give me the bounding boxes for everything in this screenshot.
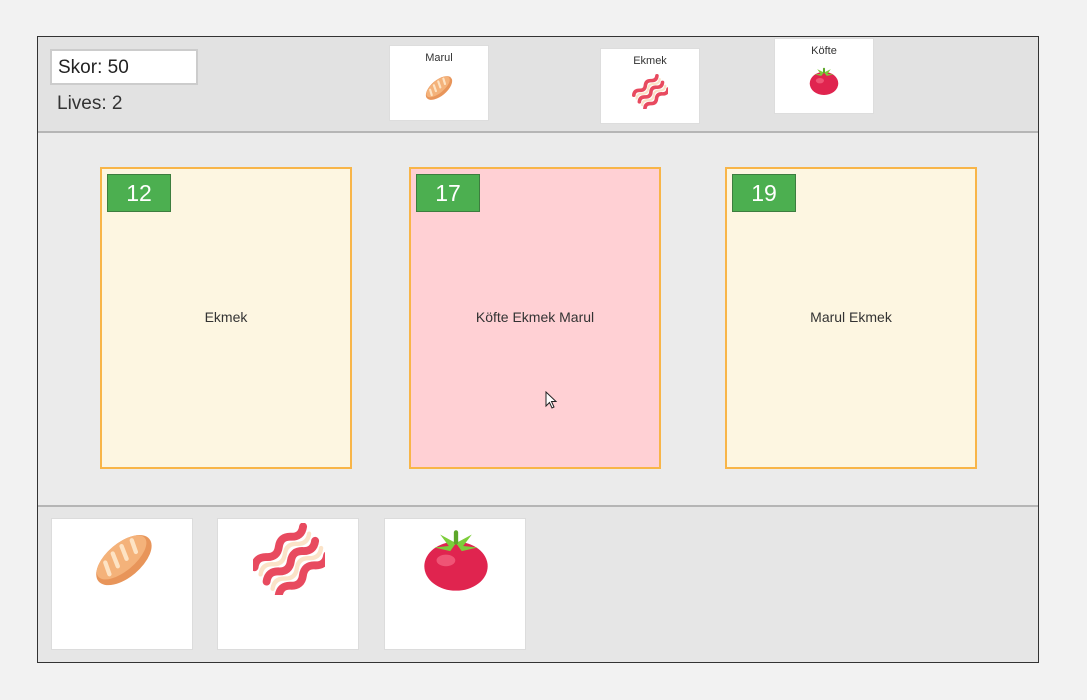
ingredient-tray xyxy=(38,507,1038,662)
top-bar: Skor: 50 Lives: 2 Marul Ekmek Köfte xyxy=(38,37,1038,133)
card-ingredients: Marul Ekmek xyxy=(810,309,892,325)
bread-icon xyxy=(425,76,453,100)
card-ingredients: Köfte Ekmek Marul xyxy=(475,309,595,325)
score-display: Skor: 50 xyxy=(50,49,198,85)
order-chip-label: Ekmek xyxy=(633,55,667,67)
order-chip-ekmek[interactable]: Ekmek xyxy=(600,48,700,124)
order-card-1[interactable]: 12 Ekmek xyxy=(100,167,352,469)
order-chip-kofte[interactable]: Köfte xyxy=(774,38,874,114)
card-number-badge: 12 xyxy=(107,174,171,212)
card-number-badge: 17 xyxy=(416,174,480,212)
game-frame: Skor: 50 Lives: 2 Marul Ekmek Köfte 12 E… xyxy=(37,36,1039,663)
order-card-2[interactable]: 17 Köfte Ekmek Marul xyxy=(409,167,661,469)
bacon-icon xyxy=(253,523,325,595)
play-area: 12 Ekmek 17 Köfte Ekmek Marul 19 Marul E… xyxy=(38,133,1038,507)
order-chip-marul[interactable]: Marul xyxy=(389,45,489,121)
tray-tile-bread[interactable] xyxy=(51,518,193,650)
tray-tile-tomato[interactable] xyxy=(384,518,526,650)
tray-tile-bacon[interactable] xyxy=(217,518,359,650)
card-ingredients: Ekmek xyxy=(204,309,248,325)
card-number-badge: 19 xyxy=(732,174,796,212)
bacon-icon xyxy=(632,73,668,109)
order-chip-label: Marul xyxy=(425,52,453,64)
bread-icon xyxy=(96,535,152,586)
mouse-cursor-icon xyxy=(545,391,558,409)
order-chip-label: Köfte xyxy=(811,45,837,57)
tomato-icon xyxy=(424,530,488,591)
order-card-3[interactable]: 19 Marul Ekmek xyxy=(725,167,977,469)
tomato-icon xyxy=(809,67,839,95)
lives-display: Lives: 2 xyxy=(57,93,123,114)
